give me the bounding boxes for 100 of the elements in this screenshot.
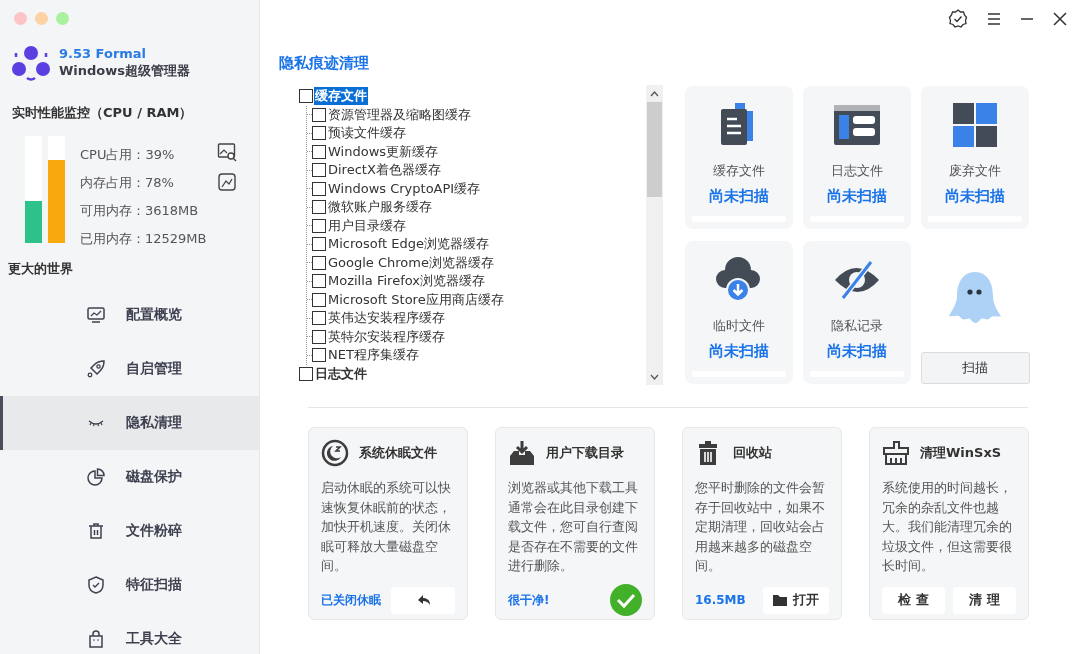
status-text: 很干净! <box>508 591 550 609</box>
tree-item[interactable]: 英伟达安装程序缓存 <box>327 309 446 328</box>
category-label: 临时文件 <box>713 317 765 335</box>
tree-item[interactable]: 缓存文件 <box>314 87 368 106</box>
stat-text: 已用内存：12529MB <box>80 230 207 248</box>
rocket-icon <box>86 359 106 379</box>
scan-status: 尚未扫描 <box>945 186 1005 206</box>
close-window-button[interactable] <box>1053 12 1067 26</box>
tool-title: 系统休眠文件 <box>359 444 437 462</box>
download-tray-icon <box>508 439 536 467</box>
scan-status: 尚未扫描 <box>827 341 887 361</box>
tree-item[interactable]: 微软账户服务缓存 <box>327 198 433 217</box>
checkbox[interactable] <box>312 107 326 122</box>
version-text: 9.53 Formal <box>59 46 148 62</box>
tree-item[interactable]: Windows CryptoAPI缓存 <box>327 179 482 198</box>
checkbox[interactable] <box>312 200 326 215</box>
tree-item[interactable]: 预读文件缓存 <box>327 124 407 143</box>
checkbox[interactable] <box>312 348 326 363</box>
tree-item[interactable]: Microsoft Edge浏览器缓存 <box>327 235 490 254</box>
scan-status: 尚未扫描 <box>709 186 769 206</box>
tree-item[interactable]: Windows更新缓存 <box>327 142 440 161</box>
moon-icon <box>321 439 349 467</box>
checkbox[interactable] <box>312 292 326 307</box>
tree-item[interactable]: DirectX着色器缓存 <box>327 161 442 180</box>
check-circle-icon <box>610 584 642 616</box>
category-card[interactable]: 临时文件 尚未扫描 <box>685 241 793 384</box>
sidebar-item[interactable]: 特征扫描 <box>0 558 259 612</box>
tree-item[interactable]: Google Chrome浏览器缓存 <box>327 253 495 272</box>
folder-icon <box>773 594 787 606</box>
chevron-up-icon <box>650 90 659 97</box>
action-button[interactable]: 检 查 <box>882 586 945 614</box>
category-label: 隐私记录 <box>831 317 883 335</box>
app-logo-icon <box>11 44 51 82</box>
tool-title: 回收站 <box>733 444 772 462</box>
tree-item[interactable]: 日志文件 <box>314 364 368 383</box>
status-text: 已关闭休眠 <box>321 591 381 609</box>
tree-item[interactable]: Microsoft Store应用商店缓存 <box>327 290 505 309</box>
checkbox[interactable] <box>312 126 326 141</box>
stat-text: 可用内存：3618MB <box>80 202 200 220</box>
shopping-bag-icon <box>86 629 106 649</box>
category-card[interactable]: 缓存文件 尚未扫描 <box>685 86 793 229</box>
tool-title: 清理WinSxS <box>920 444 1002 462</box>
section-title: 实时性能监控（CPU / RAM） <box>11 104 194 122</box>
tree-item[interactable]: Mozilla Firefox浏览器缓存 <box>327 272 486 291</box>
sidebar-item[interactable]: 文件粉碎 <box>0 504 259 558</box>
category-label: 缓存文件 <box>713 162 765 180</box>
tree-item[interactable]: 资源管理器及缩略图缓存 <box>327 105 472 124</box>
checkbox[interactable] <box>312 218 326 233</box>
checkbox[interactable] <box>299 89 313 104</box>
checkbox[interactable] <box>312 274 326 289</box>
undo-button[interactable] <box>391 586 455 614</box>
checkbox[interactable] <box>312 163 326 178</box>
tool-description: 浏览器或其他下载工具通常会在此目录创建下载文件，您可自行查阅是否存在不需要的文件进行删除。 <box>508 479 639 575</box>
stat-text: 内存占用：78% <box>80 174 175 192</box>
checkbox[interactable] <box>312 255 326 270</box>
category-card[interactable]: 隐私记录 尚未扫描 <box>803 241 911 384</box>
menu-icon <box>987 13 1001 25</box>
checkbox[interactable] <box>299 366 313 381</box>
monitor-icon <box>86 305 106 325</box>
tool-description: 您平时删除的文件会暂存于回收站中，如果不定期清理，回收站会占用越来越多的磁盘空间。 <box>695 479 826 575</box>
badge-check-icon <box>948 9 968 29</box>
tool-description: 系统使用的时间越长，冗余的杂乱文件也越大。我们能清理冗余的垃圾文件，但这需要很长时间。 <box>882 479 1013 575</box>
broom-icon <box>882 439 910 467</box>
menu-button[interactable] <box>987 13 1001 25</box>
checkbox[interactable] <box>312 329 326 344</box>
undo-icon <box>416 594 430 606</box>
page-title: 隐私痕迹清理 <box>279 53 370 74</box>
shield-check-icon <box>86 575 106 595</box>
sidebar-item[interactable]: 配置概览 <box>0 288 259 342</box>
scrollbar[interactable] <box>646 85 663 385</box>
category-card[interactable]: 废弃文件 尚未扫描 <box>921 86 1029 229</box>
checkbox[interactable] <box>312 311 326 326</box>
sidebar-item[interactable]: 自启管理 <box>0 342 259 396</box>
scan-status: 尚未扫描 <box>827 186 887 206</box>
checkbox[interactable] <box>312 237 326 252</box>
tree-item[interactable]: NET程序集缓存 <box>327 346 420 365</box>
tool-description: 启动休眠的系统可以快速恢复休眠前的状态，加快开机速度。关闭休眠可释放大量磁盘空间。 <box>321 479 452 575</box>
sidebar-item[interactable]: 工具大全 <box>0 612 259 654</box>
scan-status: 尚未扫描 <box>709 341 769 361</box>
tree-item[interactable]: 用户目录缓存 <box>327 216 407 235</box>
section-title: 更大的世界 <box>7 260 74 278</box>
checkbox[interactable] <box>312 144 326 159</box>
status-text: 16.5MB <box>695 593 746 607</box>
scan-button[interactable]: 扫描 <box>920 352 1030 384</box>
checkbox[interactable] <box>312 181 326 196</box>
sidebar-item[interactable]: 隐私清理 <box>0 396 259 450</box>
image-search-icon <box>217 142 237 162</box>
action-button[interactable]: 清 理 <box>953 586 1016 614</box>
sidebar-item[interactable]: 磁盘保护 <box>0 450 259 504</box>
category-label: 废弃文件 <box>949 162 1001 180</box>
category-card[interactable]: 日志文件 尚未扫描 <box>803 86 911 229</box>
tree-item[interactable]: 英特尔安装程序缓存 <box>327 327 446 346</box>
scrollbar-thumb[interactable] <box>647 102 662 197</box>
trash-icon <box>86 521 106 541</box>
verified-badge-button[interactable] <box>948 9 968 29</box>
open-button[interactable]: 打开 <box>763 586 829 614</box>
chevron-down-icon <box>650 373 659 380</box>
category-label: 日志文件 <box>831 162 883 180</box>
tool-title: 用户下载目录 <box>546 444 624 462</box>
close-icon <box>1053 12 1067 26</box>
